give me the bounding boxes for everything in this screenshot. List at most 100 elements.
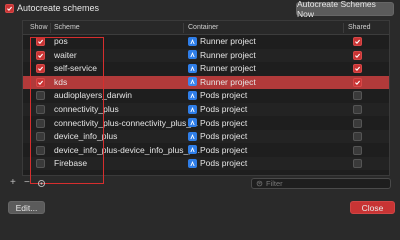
container-cell: Runner project: [188, 63, 256, 73]
xcode-project-icon: [188, 77, 197, 87]
container-name: Pods project: [200, 144, 248, 155]
container-name: Runner project: [200, 49, 256, 60]
table-row[interactable]: device_info_plus-device_info_plus_p... Po…: [23, 144, 389, 157]
container-name: Pods project: [200, 104, 248, 114]
container-name: Runner project: [200, 76, 256, 87]
scheme-name: waiter: [54, 49, 77, 60]
container-name: Runner project: [200, 36, 256, 46]
show-checkbox[interactable]: [36, 91, 45, 101]
shared-checkbox[interactable]: [353, 105, 362, 114]
header-container[interactable]: Container: [188, 24, 218, 31]
show-checkbox[interactable]: [36, 159, 45, 169]
shared-checkbox[interactable]: [353, 132, 362, 142]
container-name: Pods project: [200, 131, 248, 142]
header-shared[interactable]: Shared: [348, 24, 371, 31]
xcode-project-icon: [188, 131, 197, 141]
gear-icon[interactable]: [37, 179, 46, 191]
container-cell: Runner project: [188, 77, 256, 87]
checkmark-icon: [38, 80, 44, 85]
scheme-name: pos: [54, 36, 68, 46]
table-row[interactable]: audioplayers_darwin Pods project: [23, 89, 389, 102]
xcode-project-icon: [188, 90, 197, 100]
shared-checkbox[interactable]: [353, 50, 362, 60]
show-checkbox[interactable]: [36, 64, 45, 74]
table-row[interactable]: pos Runner project: [23, 35, 389, 48]
table-row[interactable]: self-service Runner project: [23, 62, 389, 75]
scheme-name: audioplayers_darwin: [54, 90, 132, 101]
shared-checkbox[interactable]: [353, 77, 362, 87]
xcode-project-icon: [188, 145, 197, 155]
container-cell: Pods project: [188, 131, 247, 141]
show-checkbox[interactable]: [36, 118, 45, 128]
container-cell: Runner project: [188, 36, 256, 46]
column-divider: [183, 23, 184, 33]
edit-button[interactable]: Edit...: [8, 201, 45, 214]
checkmark-icon: [7, 6, 13, 12]
container-cell: Pods project: [188, 158, 247, 168]
show-checkbox[interactable]: [36, 105, 45, 114]
checkmark-icon: [38, 53, 44, 58]
autocreate-checkbox[interactable]: [5, 4, 14, 13]
table-row[interactable]: kds Runner project: [23, 75, 389, 89]
table-row[interactable]: connectivity_plus Pods project: [23, 103, 389, 116]
shared-checkbox[interactable]: [353, 118, 362, 128]
checkmark-icon: [355, 39, 361, 45]
top-bar: Autocreate schemes Autocreate Schemes No…: [0, 0, 400, 20]
checkmark-icon: [355, 53, 361, 58]
header-scheme[interactable]: Scheme: [54, 24, 80, 31]
checkmark-icon: [38, 39, 44, 45]
xcode-project-icon: [188, 158, 197, 168]
shared-checkbox[interactable]: [353, 64, 362, 74]
checkmark-icon: [38, 66, 44, 72]
scheme-name: connectivity_plus-connectivity_plus_...: [54, 117, 199, 128]
container-name: Pods project: [200, 117, 248, 128]
xcode-project-icon: [188, 63, 197, 73]
schemes-table: Show Scheme Container Shared pos Runner p…: [22, 20, 390, 176]
filter-placeholder: Filter: [266, 179, 283, 188]
show-checkbox[interactable]: [36, 145, 45, 155]
shared-checkbox[interactable]: [353, 91, 362, 101]
autocreate-now-button[interactable]: Autocreate Schemes Now: [296, 0, 394, 19]
shared-checkbox[interactable]: [353, 37, 362, 46]
column-divider: [343, 23, 344, 33]
filter-icon: [256, 180, 263, 187]
filter-field[interactable]: Filter: [251, 178, 391, 189]
add-scheme-button[interactable]: +: [10, 177, 16, 188]
header-show[interactable]: Show: [30, 24, 48, 31]
table-row[interactable]: device_info_plus Pods project: [23, 130, 389, 144]
shared-checkbox[interactable]: [353, 159, 362, 169]
remove-scheme-button[interactable]: −: [24, 177, 30, 188]
container-name: Pods project: [200, 158, 248, 169]
container-cell: Pods project: [188, 90, 247, 100]
autocreate-label: Autocreate schemes: [17, 3, 100, 13]
xcode-project-icon: [188, 50, 197, 60]
scheme-name: device_info_plus: [54, 131, 118, 142]
show-checkbox[interactable]: [36, 77, 45, 87]
container-cell: Pods project: [188, 104, 247, 114]
show-checkbox[interactable]: [36, 132, 45, 142]
shared-checkbox[interactable]: [353, 145, 362, 155]
scheme-name: device_info_plus-device_info_plus_p...: [54, 144, 201, 155]
container-name: Pods project: [200, 90, 248, 101]
xcode-project-icon: [188, 36, 197, 46]
xcode-project-icon: [188, 118, 197, 128]
checkmark-icon: [355, 80, 361, 85]
column-divider: [50, 23, 51, 33]
container-name: Runner project: [200, 63, 256, 74]
bottom-toolbar: + − Filter: [0, 176, 400, 190]
show-checkbox[interactable]: [36, 50, 45, 60]
close-button[interactable]: Close: [350, 201, 395, 214]
xcode-project-icon: [188, 104, 197, 114]
table-row[interactable]: connectivity_plus-connectivity_plus_... P…: [23, 117, 389, 130]
scheme-name: kds: [54, 76, 68, 87]
scheme-name: connectivity_plus: [54, 104, 119, 114]
table-header: Show Scheme Container Shared: [23, 21, 389, 35]
scheme-name: self-service: [54, 63, 97, 74]
table-row[interactable]: waiter Runner project: [23, 48, 389, 62]
checkmark-icon: [355, 66, 361, 72]
container-cell: Pods project: [188, 118, 247, 128]
table-row[interactable]: Firebase Pods project: [23, 157, 389, 171]
scheme-name: Firebase: [54, 158, 88, 169]
container-cell: Runner project: [188, 50, 256, 60]
show-checkbox[interactable]: [36, 37, 45, 46]
